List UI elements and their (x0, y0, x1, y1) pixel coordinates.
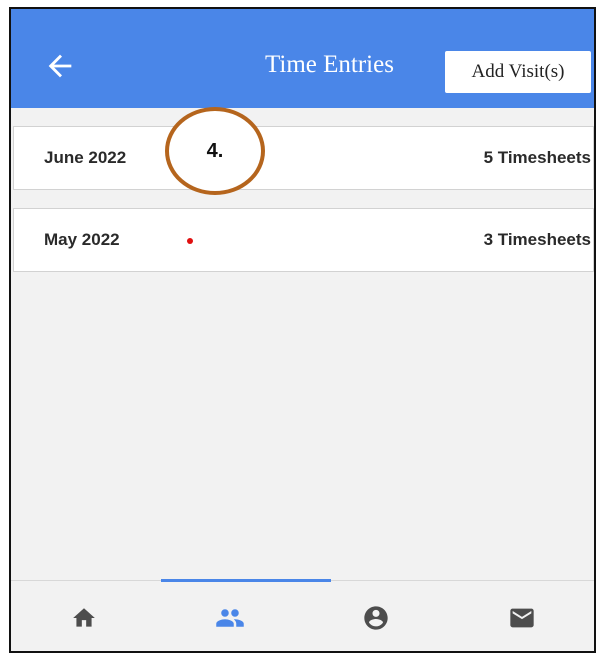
red-dot-marker (187, 238, 193, 244)
month-row-may-2022[interactable]: May 2022 3 Timesheets (13, 208, 594, 272)
month-label: May 2022 (44, 230, 120, 249)
home-icon (73, 607, 95, 627)
nav-people[interactable] (157, 581, 303, 651)
step-callout: 4. (165, 107, 265, 195)
bottom-navigation (11, 579, 594, 651)
add-visits-button[interactable]: Add Visit(s) (445, 51, 591, 93)
month-label: June 2022 (44, 148, 127, 167)
arrow-left-icon (48, 54, 72, 78)
app-screen: Time Entries Add Visit(s) June 2022 5 Ti… (9, 7, 596, 653)
timesheet-count: 3 Timesheets (483, 230, 591, 249)
page-title: Time Entries (265, 51, 394, 78)
app-header: Time Entries Add Visit(s) (11, 9, 594, 108)
timesheet-count: 5 Timesheets (483, 148, 591, 167)
mail-icon (510, 608, 534, 627)
nav-account[interactable] (303, 581, 449, 651)
nav-mail[interactable] (449, 581, 594, 651)
account-icon (364, 605, 388, 630)
month-row-june-2022[interactable]: June 2022 5 Timesheets (13, 126, 594, 190)
back-button[interactable] (43, 49, 77, 83)
people-icon (216, 608, 244, 627)
nav-home[interactable] (11, 581, 157, 651)
